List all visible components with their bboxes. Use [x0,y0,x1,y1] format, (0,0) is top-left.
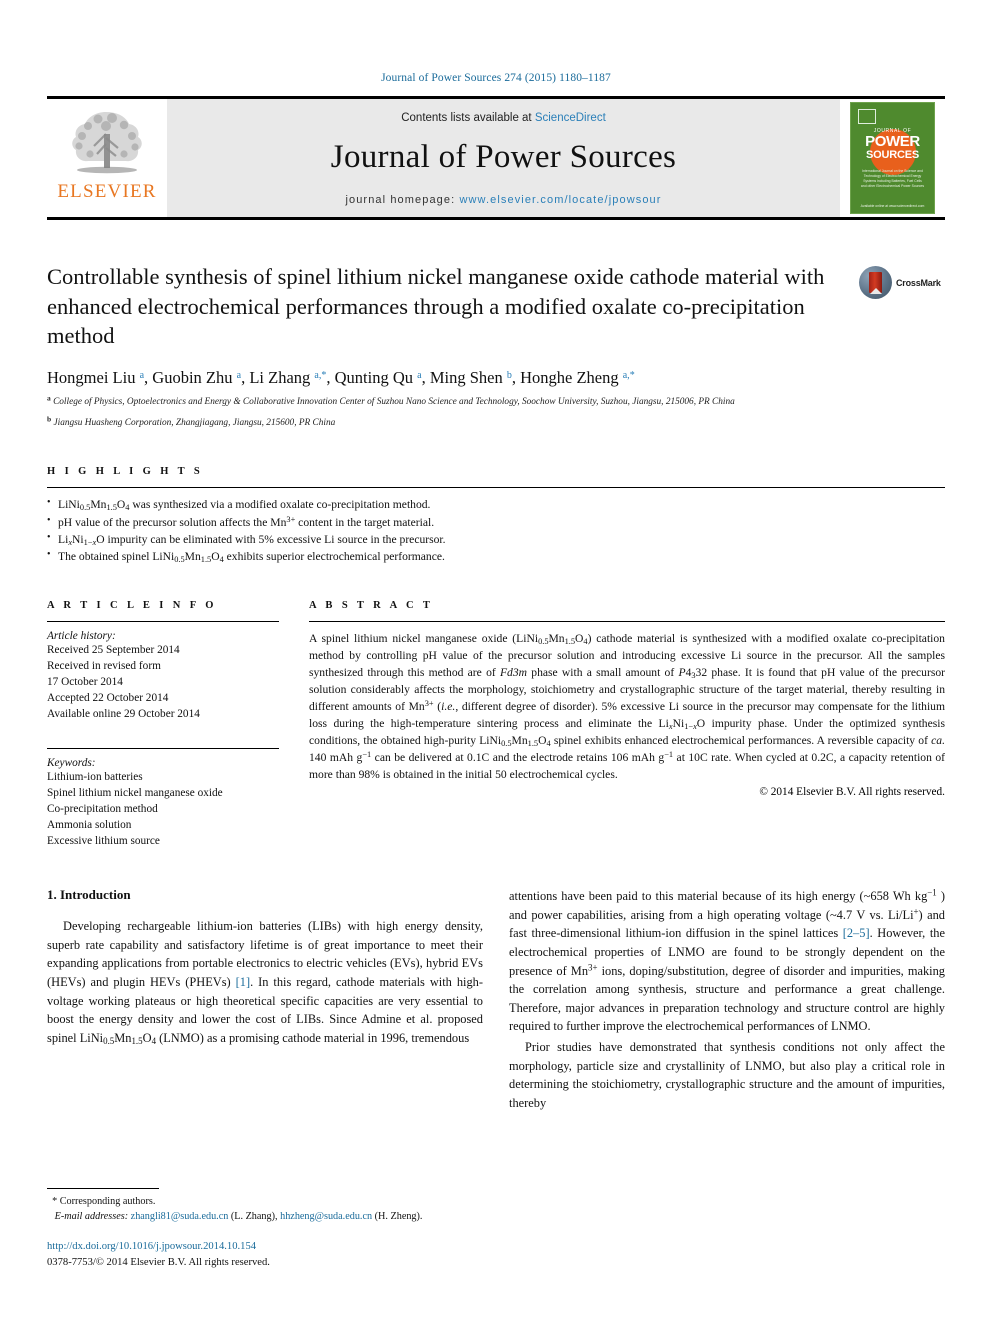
keywords-label: Keywords: [47,756,96,769]
cover-power-text: POWER [865,133,920,150]
issn-copyright: 0378-7753/© 2014 Elsevier B.V. All right… [47,1257,270,1269]
contents-available-line: Contents lists available at ScienceDirec… [401,112,606,124]
paragraph: attentions have been paid to this materi… [509,887,945,1034]
highlights-section: H I G H L I G H T S LiNi0.5Mn1.5O4 was s… [47,466,945,566]
elsevier-logo: ELSEVIER [47,99,167,217]
highlight-item: LixNi1−xO impurity can be eliminated wit… [47,530,945,548]
email-note: E-mail addresses: zhangli81@suda.edu.cn … [47,1209,487,1224]
paragraph: Developing rechargeable lithium-ion batt… [47,919,483,1047]
affiliation-mark-a: a [47,393,51,403]
body-column-left: 1. Introduction Developing rechargeable … [47,887,483,1114]
journal-masthead: ELSEVIER Contents lists available at Sci… [47,96,945,217]
cover-subtitle-text: International Journal on the Science and… [860,169,925,189]
homepage-prefix: journal homepage: [345,194,460,206]
author-affiliation-mark: a [417,370,422,382]
affiliation-b-text: Jiangsu Huasheng Corporation, Zhangjiaga… [53,417,336,428]
keyword-item: Co-precipitation method [47,803,158,816]
history-line: Available online 29 October 2014 [47,707,200,720]
keyword-item: Spinel lithium nickel manganese oxide [47,787,223,800]
highlight-item: The obtained spinel LiNi0.5Mn1.5O4 exhib… [47,547,945,565]
cover-sources-text: SOURCES [866,149,919,161]
abstract-body: A spinel lithium nickel manganese oxide … [309,631,946,782]
crossmark-label: CrossMark [896,277,941,288]
body-column-right: attentions have been paid to this materi… [509,887,945,1114]
masthead-bottom-rule [47,217,945,220]
cover-elsevier-mark-icon [858,109,876,124]
info-abstract-row: A R T I C L E I N F O Article history: R… [47,600,945,849]
history-line: Accepted 22 October 2014 [47,691,169,704]
affiliation-mark-b: b [47,414,52,424]
author-affiliation-mark: a [236,370,242,382]
article-info-heading: A R T I C L E I N F O [47,599,217,611]
author-affiliation-mark: b [506,370,512,382]
history-line: Received 25 September 2014 [47,643,180,656]
email-link-2[interactable]: hhzheng@suda.edu.cn [280,1211,372,1222]
email-owner-2: (H. Zheng). [374,1210,423,1222]
history-line: Received in revised form [47,659,161,672]
footnote-block: * Corresponding authors. E-mail addresse… [47,1187,487,1271]
affiliation-a: a College of Physics, Optoelectronics an… [47,393,945,409]
paragraph: Prior studies have demonstrated that syn… [509,1040,945,1110]
article-info-column: A R T I C L E I N F O Article history: R… [47,600,279,849]
citation-link[interactable]: [2–5] [843,926,870,940]
footnote-rule [47,1187,159,1189]
keyword-item: Ammonia solution [47,819,132,832]
author-list: Hongmei Liu a, Guobin Zhu a, Li Zhang a,… [47,368,635,388]
author-affiliation-mark: a [139,370,145,382]
journal-banner: Contents lists available at ScienceDirec… [167,99,840,217]
email-link-1[interactable]: zhangli81@suda.edu.cn [131,1211,229,1222]
citation-link[interactable]: [1] [236,975,250,989]
page-title: Controllable synthesis of spinel lithium… [47,264,825,349]
crossmark-icon [859,266,892,299]
author-affiliation-mark: a, [622,370,630,382]
corresponding-author-note: * Corresponding authors. [47,1195,156,1207]
keywords-rule [47,747,279,749]
corresponding-author-text: Corresponding authors. [59,1195,156,1207]
highlight-item: LiNi0.5Mn1.5O4 was synthesized via a mod… [47,495,945,513]
cover-image: JOURNAL OF POWER SOURCES International J… [850,102,935,214]
elsevier-tree-icon [72,112,142,174]
body-columns: 1. Introduction Developing rechargeable … [47,887,945,1114]
running-head: Journal of Power Sources 274 (2015) 1180… [381,72,611,84]
elsevier-wordmark: ELSEVIER [57,181,157,202]
keyword-item: Lithium-ion batteries [47,770,143,783]
cover-footer-text: Available online at www.sciencedirect.co… [860,203,925,208]
keyword-item: Excessive lithium source [47,835,160,848]
doi-link[interactable]: http://dx.doi.org/10.1016/j.jpowsour.201… [47,1239,487,1255]
abstract-rule [309,620,945,622]
affiliation-b: b Jiangsu Huasheng Corporation, Zhangjia… [47,414,945,430]
title-block: Controllable synthesis of spinel lithium… [47,262,945,351]
email-owner-1: (L. Zhang), [230,1210,278,1222]
contents-prefix: Contents lists available at [401,112,535,124]
abstract-heading: A B S T R A C T [309,599,434,611]
doi-block: http://dx.doi.org/10.1016/j.jpowsour.201… [47,1239,487,1271]
highlights-rule [47,487,945,489]
corresponding-author-mark[interactable]: * [630,370,635,381]
abstract-column: A B S T R A C T A spinel lithium nickel … [309,600,945,849]
journal-homepage-line: journal homepage: www.elsevier.com/locat… [345,194,661,206]
highlight-item: pH value of the precursor solution affec… [47,513,945,531]
history-line: 17 October 2014 [47,675,123,688]
keywords-block: Keywords: Lithium-ion batteries Spinel l… [47,747,279,849]
article-info-rule [47,620,279,622]
journal-homepage-link[interactable]: www.elsevier.com/locate/jpowsour [459,194,661,206]
email-label: E-mail addresses: [54,1210,129,1222]
article-history-label: Article history: [47,629,116,642]
affiliation-a-text: College of Physics, Optoelectronics and … [53,397,735,408]
corresponding-author-mark[interactable]: * [321,370,326,381]
journal-title: Journal of Power Sources [330,139,677,175]
highlights-list: LiNi0.5Mn1.5O4 was synthesized via a mod… [47,495,945,566]
highlights-heading: H I G H L I G H T S [47,466,204,478]
sciencedirect-link[interactable]: ScienceDirect [535,112,606,124]
abstract-copyright: © 2014 Elsevier B.V. All rights reserved… [759,786,945,799]
section-heading-introduction: 1. Introduction [47,887,131,903]
crossmark-badge[interactable]: CrossMark [859,266,945,299]
journal-cover-thumbnail: JOURNAL OF POWER SOURCES International J… [840,99,945,217]
article-page: Journal of Power Sources 274 (2015) 1180… [0,0,992,1323]
